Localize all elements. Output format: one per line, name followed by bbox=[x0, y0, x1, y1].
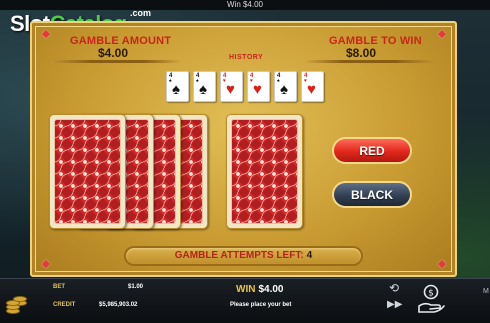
spades-suit-icon: ♠ bbox=[280, 81, 288, 98]
spades-suit-icon: ♠ bbox=[172, 81, 180, 98]
credit-value: $5,985,903.02 bbox=[99, 302, 138, 308]
history-card: 4 ♠ ♠ bbox=[274, 71, 297, 102]
win-label: WIN bbox=[236, 284, 256, 295]
top-status-bar: Win $4.00 bbox=[0, 0, 490, 10]
autoplay-icon[interactable]: ⟲ bbox=[387, 281, 401, 295]
status-message: Please place your bet bbox=[230, 302, 292, 308]
svg-text:$: $ bbox=[428, 289, 434, 299]
history-card: 4 ♥ ♥ bbox=[301, 71, 324, 102]
collect-hand-icon[interactable]: $ bbox=[416, 282, 446, 316]
corner-gem-icon: ◆ bbox=[437, 258, 447, 270]
history-card: 4 ♥ ♥ bbox=[220, 71, 243, 102]
hearts-suit-icon: ♥ bbox=[226, 81, 235, 98]
history-card: 4 ♥ ♥ bbox=[247, 71, 270, 102]
bet-value: $1.00 bbox=[128, 284, 144, 290]
win-display: WIN $4.00 bbox=[236, 284, 283, 295]
side-letter: M bbox=[483, 288, 489, 295]
hearts-suit-icon: ♥ bbox=[307, 81, 316, 98]
red-button[interactable]: RED bbox=[332, 137, 412, 164]
corner-gem-icon: ◆ bbox=[41, 258, 51, 270]
spades-suit-icon: ♠ bbox=[199, 81, 207, 98]
corner-gem-icon: ◆ bbox=[437, 28, 447, 40]
gamble-to-win-value: $8.00 bbox=[346, 46, 377, 60]
to-win-divider bbox=[304, 60, 434, 63]
fast-forward-icon[interactable]: ▶▶ bbox=[387, 298, 402, 312]
history-label: HISTORY bbox=[229, 54, 264, 61]
card-back bbox=[49, 114, 126, 229]
attempts-value: 4 bbox=[306, 250, 313, 261]
win-value: $4.00 bbox=[258, 284, 284, 295]
history-card: 4 ♠ ♠ bbox=[166, 71, 189, 102]
corner-gem-icon: ◆ bbox=[41, 28, 51, 40]
logo-suffix: .com bbox=[130, 8, 152, 18]
credit-label: CREDIT bbox=[53, 302, 76, 308]
history-card: 4 ♠ ♠ bbox=[193, 71, 216, 102]
gamble-card-face-down bbox=[226, 114, 303, 229]
amount-divider bbox=[52, 60, 182, 63]
attempts-label: GAMBLE ATTEMPTS LEFT: bbox=[174, 250, 304, 261]
gamble-attempts-bar: GAMBLE ATTEMPTS LEFT: 4 bbox=[124, 246, 363, 266]
gamble-amount-value: $4.00 bbox=[98, 46, 129, 60]
bet-label: BET bbox=[53, 284, 65, 290]
coins-icon bbox=[4, 288, 30, 318]
top-win-text: Win $4.00 bbox=[226, 0, 264, 9]
hearts-suit-icon: ♥ bbox=[253, 81, 262, 98]
black-button[interactable]: BLACK bbox=[332, 181, 412, 208]
